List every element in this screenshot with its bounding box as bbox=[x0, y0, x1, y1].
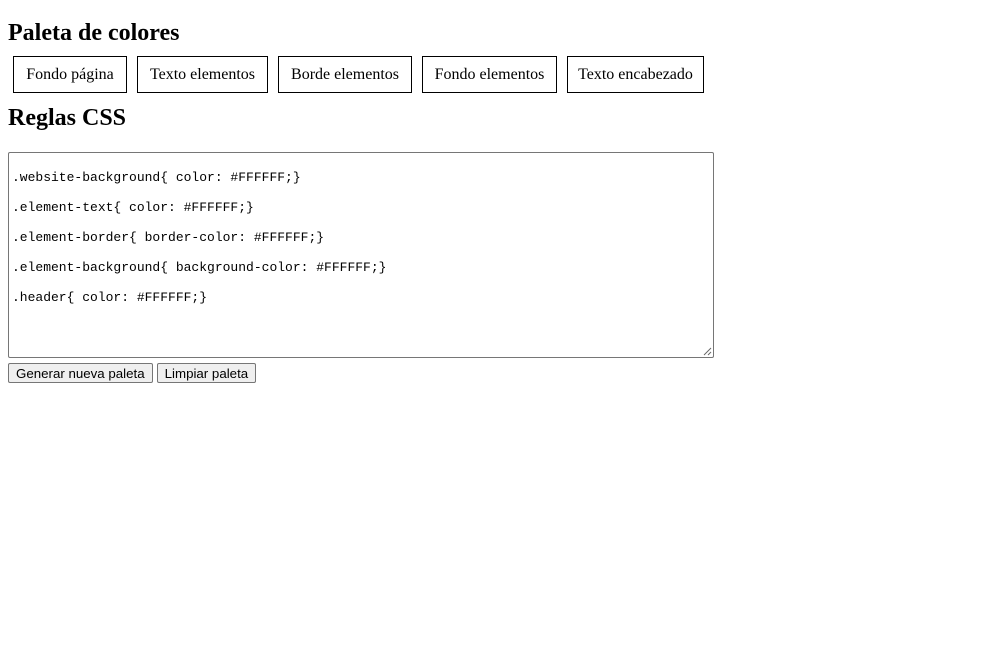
css-rules-title: Reglas CSS bbox=[8, 105, 127, 131]
resize-grip-icon[interactable] bbox=[703, 347, 712, 356]
swatch-element-background[interactable]: Fondo elementos bbox=[422, 56, 557, 93]
swatch-label: Fondo elementos bbox=[434, 65, 545, 83]
swatch-label: Texto encabezado bbox=[578, 65, 693, 83]
css-rule-line: .header{ color: #FFFFFF;} bbox=[12, 290, 208, 305]
palette-swatches: Fondo página Texto elementos Borde eleme… bbox=[13, 56, 704, 93]
swatch-label: Texto elementos bbox=[149, 65, 256, 83]
css-rule-line: .website-background{ color: #FFFFFF;} bbox=[12, 170, 301, 185]
action-buttons: Generar nueva paleta Limpiar paleta bbox=[8, 363, 257, 383]
css-rules-textarea[interactable]: .website-background{ color: #FFFFFF;} .e… bbox=[8, 152, 714, 358]
swatch-label: Borde elementos bbox=[291, 65, 399, 83]
palette-title: Paleta de colores bbox=[8, 20, 180, 46]
swatch-element-text[interactable]: Texto elementos bbox=[137, 56, 268, 93]
swatch-header-text[interactable]: Texto encabezado bbox=[567, 56, 704, 93]
css-rule-line: .element-border{ border-color: #FFFFFF;} bbox=[12, 230, 325, 245]
clear-palette-button[interactable]: Limpiar paleta bbox=[156, 363, 257, 383]
css-rule-line: .element-text{ color: #FFFFFF;} bbox=[12, 200, 254, 215]
swatch-label: Fondo página bbox=[26, 65, 114, 83]
swatch-page-background[interactable]: Fondo página bbox=[13, 56, 127, 93]
generate-palette-button[interactable]: Generar nueva paleta bbox=[8, 363, 153, 383]
swatch-element-border[interactable]: Borde elementos bbox=[278, 56, 412, 93]
css-rule-line: .element-background{ background-color: #… bbox=[12, 260, 387, 275]
